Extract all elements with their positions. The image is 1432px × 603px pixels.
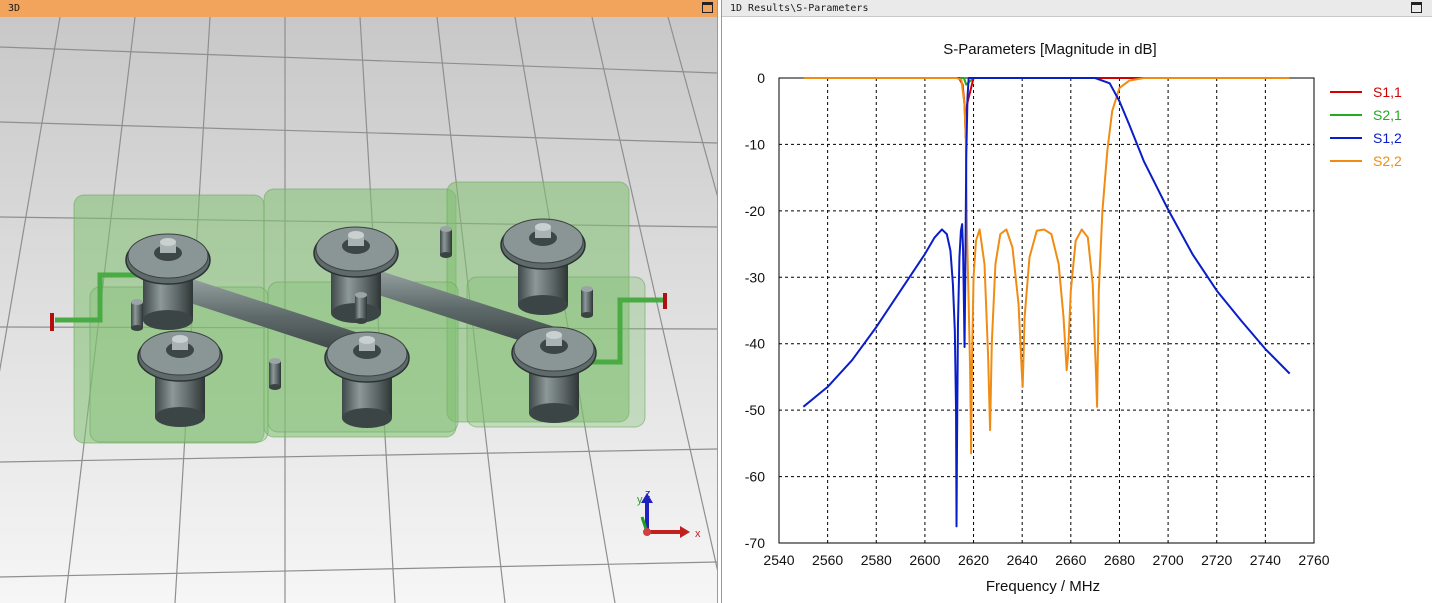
y-tick-label: -70 <box>745 535 765 551</box>
x-axis-title: Frequency / MHz <box>986 578 1100 595</box>
x-tick-label: 2540 <box>763 552 794 568</box>
maximize-icon[interactable] <box>702 2 713 13</box>
x-tick-label: 2600 <box>909 552 940 568</box>
x-tick-label: 2580 <box>861 552 892 568</box>
legend-item-s1-2[interactable]: S1,2 <box>1330 130 1402 146</box>
tuning-post-4 <box>581 286 593 318</box>
y-tick-label: -20 <box>745 203 765 219</box>
y-tick-label: -50 <box>745 402 765 418</box>
tuning-post-1 <box>131 299 143 331</box>
x-tick-label: 2740 <box>1250 552 1281 568</box>
port-1[interactable] <box>50 313 54 331</box>
legend-label: S1,1 <box>1373 84 1402 100</box>
maximize-icon[interactable] <box>1411 2 1422 13</box>
legend-label: S2,2 <box>1373 153 1402 169</box>
x-tick-label: 2640 <box>1007 552 1038 568</box>
3d-panel-title: 3D <box>8 3 21 14</box>
x-axis-label: x <box>695 528 701 540</box>
x-tick-label: 2700 <box>1153 552 1184 568</box>
results-panel-titlebar: 1D Results\S-Parameters <box>722 0 1432 17</box>
y-tick-label: -40 <box>745 336 765 352</box>
y-tick-label: -60 <box>745 469 765 485</box>
results-panel-title: 1D Results\S-Parameters <box>730 3 869 14</box>
3d-panel-titlebar: 3D <box>0 0 717 17</box>
y-tick-label: -30 <box>745 269 765 285</box>
3d-view-panel[interactable]: 3D y z x <box>0 0 718 603</box>
legend-label: S1,2 <box>1373 130 1402 146</box>
tuning-post-3 <box>355 292 367 324</box>
z-axis-label: z <box>645 488 651 500</box>
x-tick-labels: 2540 2560 2580 2600 2620 2640 2660 2680 2700 2720… <box>763 552 1329 568</box>
x-tick-label: 2760 <box>1298 552 1329 568</box>
x-tick-label: 2720 <box>1201 552 1232 568</box>
y-tick-labels: 0 -10 -20 -30 -40 -50 -60 -70 <box>745 70 765 551</box>
legend-item-s1-1[interactable]: S1,1 <box>1330 84 1402 100</box>
results-panel[interactable]: 1D Results\S-Parameters S-Parameters [Ma… <box>721 0 1432 603</box>
legend-label: S2,1 <box>1373 107 1402 123</box>
y-tick-label: -10 <box>745 136 765 152</box>
port-2[interactable] <box>663 293 667 309</box>
x-tick-label: 2560 <box>812 552 843 568</box>
legend-item-s2-1[interactable]: S2,1 <box>1330 107 1402 123</box>
chart-title: S-Parameters [Magnitude in dB] <box>943 41 1156 58</box>
y-tick-label: 0 <box>757 70 765 86</box>
chart-legend[interactable]: S1,1 S2,1 S1,2 S2,2 <box>1330 84 1402 169</box>
x-tick-label: 2660 <box>1055 552 1086 568</box>
legend-item-s2-2[interactable]: S2,2 <box>1330 153 1402 169</box>
3d-viewport[interactable]: y z x <box>0 17 717 603</box>
s-parameter-chart: S-Parameters [Magnitude in dB] 2540 2560 2… <box>745 41 1402 595</box>
tuning-post-5 <box>269 358 281 390</box>
x-tick-label: 2620 <box>958 552 989 568</box>
tuning-post-2 <box>440 226 452 258</box>
x-tick-label: 2680 <box>1104 552 1135 568</box>
y-axis-label: y <box>637 494 643 506</box>
